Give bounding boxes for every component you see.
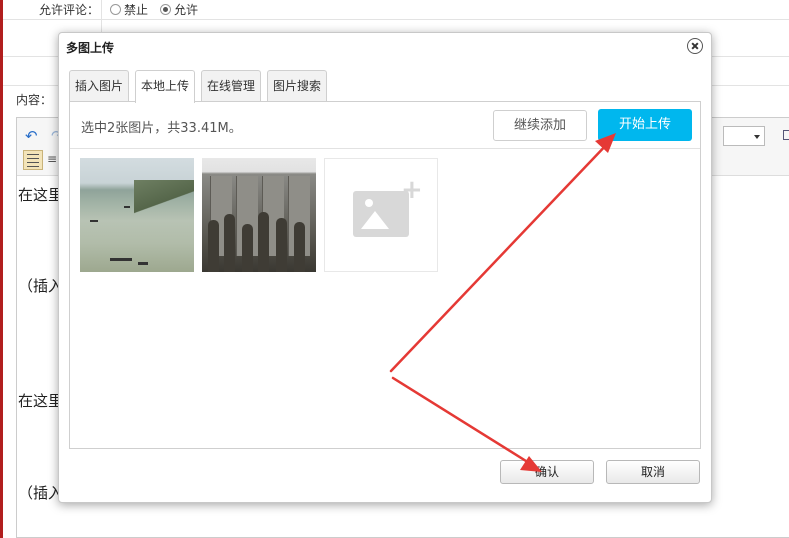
align-left-icon[interactable] (23, 150, 43, 170)
content-label: 内容： (16, 93, 53, 107)
close-icon[interactable] (687, 38, 703, 54)
multi-image-upload-dialog: 多图上传 插入图片 本地上传 在线管理 图片搜索 选中2张图片，共33.41M。… (58, 32, 712, 503)
radio-forbid-label: 禁止 (124, 3, 149, 17)
editor-line-4: （插入 (18, 484, 64, 502)
radio-allow-icon (160, 4, 171, 15)
font-size-select[interactable] (723, 126, 765, 146)
tab-image-search[interactable]: 图片搜索 (267, 70, 327, 101)
tab-online-manage[interactable]: 在线管理 (201, 70, 261, 101)
align-center-icon[interactable]: ≡ (47, 152, 57, 166)
local-upload-panel: 选中2张图片，共33.41M。 继续添加 开始上传 + (69, 101, 701, 449)
cancel-button[interactable]: 取消 (606, 460, 700, 484)
allow-comment-row: 允许评论： 禁止 允许 (3, 0, 789, 20)
radio-forbid[interactable]: 禁止 (110, 1, 148, 18)
tab-insert-image[interactable]: 插入图片 (69, 70, 129, 101)
row-divider (101, 0, 102, 19)
dialog-title: 多图上传 (66, 41, 115, 55)
allow-comment-label: 允许评论： (38, 3, 99, 17)
radio-forbid-icon (110, 4, 121, 15)
toolbar-overflow-icon[interactable] (783, 130, 789, 140)
plus-icon: + (401, 175, 423, 205)
start-upload-button[interactable]: 开始上传 (598, 109, 692, 141)
continue-add-button[interactable]: 继续添加 (493, 110, 587, 141)
image-thumbnail[interactable] (80, 158, 194, 272)
upload-status-text: 选中2张图片，共33.41M。 (81, 121, 242, 136)
upload-toolbar: 选中2张图片，共33.41M。 继续添加 开始上传 (70, 102, 700, 149)
editor-line-1: 在这里 (18, 186, 64, 204)
editor-line-3: 在这里 (18, 392, 64, 410)
radio-allow-label: 允许 (174, 3, 199, 17)
editor-line-2: （插入 (18, 277, 64, 295)
radio-allow[interactable]: 允许 (160, 1, 198, 18)
undo-icon[interactable]: ↶ (25, 127, 38, 145)
confirm-button[interactable]: 确认 (500, 460, 594, 484)
tab-local-upload[interactable]: 本地上传 (135, 70, 195, 103)
add-image-placeholder[interactable]: + (324, 158, 438, 272)
image-thumbnail[interactable] (202, 158, 316, 272)
